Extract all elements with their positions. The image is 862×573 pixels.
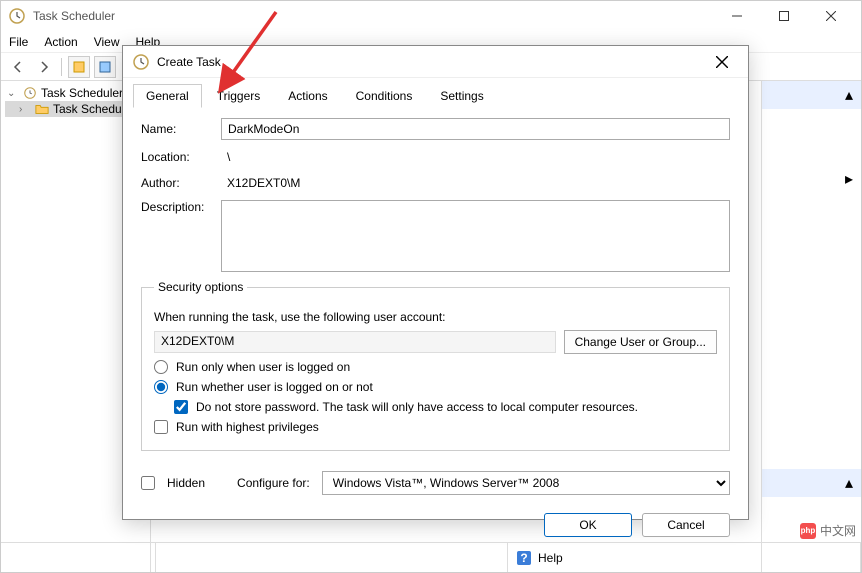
- ok-button[interactable]: OK: [544, 513, 632, 537]
- svg-text:?: ?: [520, 551, 527, 565]
- watermark: php 中文网: [800, 522, 856, 539]
- radio-logged-on[interactable]: [154, 360, 168, 374]
- cancel-button[interactable]: Cancel: [642, 513, 730, 537]
- menu-view[interactable]: View: [94, 35, 120, 49]
- clock-icon: [133, 54, 149, 70]
- description-input[interactable]: [221, 200, 730, 272]
- dialog-titlebar: Create Task: [123, 46, 748, 78]
- menu-file[interactable]: File: [9, 35, 28, 49]
- author-label: Author:: [141, 176, 221, 190]
- location-value: \: [221, 148, 730, 166]
- location-label: Location:: [141, 150, 221, 164]
- author-value: X12DEXT0\M: [221, 174, 730, 192]
- main-titlebar: Task Scheduler: [1, 1, 861, 31]
- menu-action[interactable]: Action: [44, 35, 77, 49]
- highest-privileges-label: Run with highest privileges: [176, 420, 319, 434]
- toolbar-button-1[interactable]: [68, 56, 90, 78]
- tab-content-general: Name: Location: \ Author: X12DEXT0\M Des…: [123, 108, 748, 461]
- dialog-close-button[interactable]: [706, 48, 738, 76]
- checkbox-highest-privileges[interactable]: [154, 420, 168, 434]
- security-prompt: When running the task, use the following…: [154, 310, 446, 324]
- configure-for-select[interactable]: Windows Vista™, Windows Server™ 2008: [322, 471, 730, 495]
- status-help-label[interactable]: Help: [538, 551, 563, 565]
- chevron-right-icon[interactable]: ▸: [845, 171, 853, 188]
- actions-header-collapse[interactable]: ▴: [762, 81, 861, 109]
- dialog-tabs: General Triggers Actions Conditions Sett…: [123, 78, 748, 108]
- checkbox-no-password[interactable]: [174, 400, 188, 414]
- dialog-buttons: OK Cancel: [123, 505, 748, 549]
- back-button[interactable]: [7, 56, 29, 78]
- main-title: Task Scheduler: [33, 9, 714, 23]
- name-input[interactable]: [221, 118, 730, 140]
- create-task-dialog: Create Task General Triggers Actions Con…: [122, 45, 749, 520]
- tab-triggers[interactable]: Triggers: [204, 84, 274, 108]
- tab-general[interactable]: General: [133, 84, 202, 108]
- chevron-up-icon: ▴: [845, 473, 853, 493]
- bottom-row: Hidden Configure for: Windows Vista™, Wi…: [123, 461, 748, 505]
- user-account-field: X12DEXT0\M: [154, 331, 556, 353]
- chevron-up-icon: ▴: [845, 85, 853, 105]
- php-logo-icon: php: [800, 523, 816, 539]
- description-label: Description:: [141, 200, 221, 214]
- tree-child-label: Task Schedule: [53, 102, 131, 116]
- dialog-title: Create Task: [157, 55, 706, 69]
- clock-icon: [23, 86, 37, 100]
- configure-for-label: Configure for:: [237, 476, 310, 490]
- tab-actions[interactable]: Actions: [275, 84, 340, 108]
- watermark-text: 中文网: [820, 522, 856, 539]
- no-password-label: Do not store password. The task will onl…: [196, 400, 638, 414]
- close-button[interactable]: [808, 2, 853, 30]
- toolbar-button-2[interactable]: [94, 56, 116, 78]
- tab-conditions[interactable]: Conditions: [343, 84, 426, 108]
- actions-pane: ▴ ▸ ▴: [761, 81, 861, 572]
- checkbox-hidden[interactable]: [141, 476, 155, 490]
- minimize-button[interactable]: [714, 2, 759, 30]
- folder-icon: [35, 102, 49, 116]
- radio-logged-on-label: Run only when user is logged on: [176, 360, 350, 374]
- chevron-right-icon: ›: [19, 104, 31, 115]
- help-icon: ?: [516, 550, 532, 566]
- name-label: Name:: [141, 122, 221, 136]
- security-options-group: Security options When running the task, …: [141, 280, 730, 451]
- clock-icon: [9, 8, 25, 24]
- forward-button[interactable]: [33, 56, 55, 78]
- tab-settings[interactable]: Settings: [427, 84, 496, 108]
- radio-logged-on-or-not[interactable]: [154, 380, 168, 394]
- separator: [61, 58, 62, 76]
- actions-sub-collapse[interactable]: ▴: [762, 469, 861, 497]
- security-legend: Security options: [154, 280, 247, 294]
- radio-logged-on-or-not-label: Run whether user is logged on or not: [176, 380, 373, 394]
- hidden-label: Hidden: [167, 476, 205, 490]
- chevron-down-icon: ⌄: [7, 88, 19, 99]
- maximize-button[interactable]: [761, 2, 806, 30]
- window-controls: [714, 2, 853, 30]
- change-user-button[interactable]: Change User or Group...: [564, 330, 717, 354]
